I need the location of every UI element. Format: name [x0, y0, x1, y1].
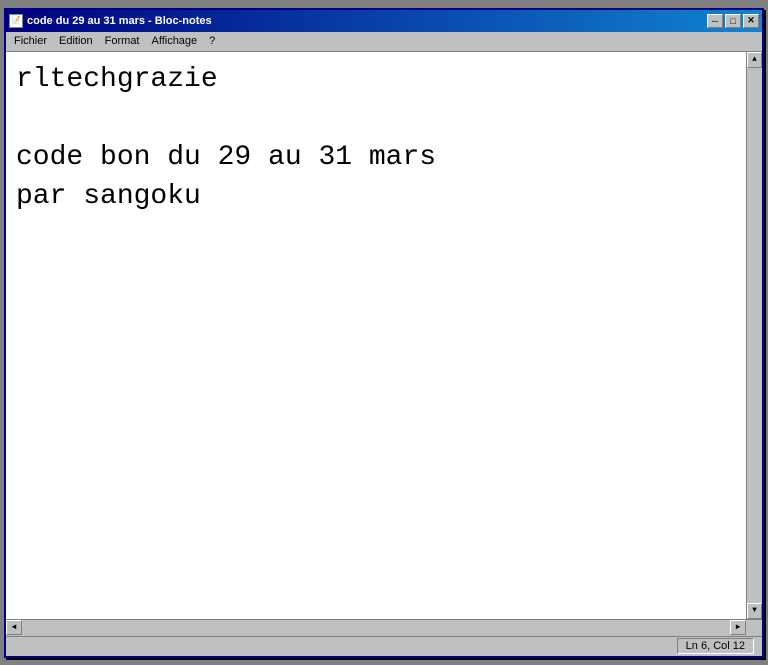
- cursor-position: Ln 6, Col 12: [677, 638, 754, 654]
- menu-edition[interactable]: Edition: [53, 33, 99, 49]
- scroll-up-button[interactable]: ▲: [747, 52, 762, 68]
- menu-format[interactable]: Format: [99, 33, 146, 49]
- bottom-area: ◄ ►: [6, 619, 762, 636]
- vertical-scrollbar: ▲ ▼: [746, 52, 762, 619]
- title-bar-left: 📝 code du 29 au 31 mars - Bloc-notes: [9, 14, 212, 28]
- notepad-window: 📝 code du 29 au 31 mars - Bloc-notes ─ □…: [4, 8, 764, 658]
- title-bar: 📝 code du 29 au 31 mars - Bloc-notes ─ □…: [6, 10, 762, 32]
- scroll-corner: [746, 620, 762, 636]
- status-bar: Ln 6, Col 12: [6, 636, 762, 656]
- window-title: code du 29 au 31 mars - Bloc-notes: [27, 15, 212, 27]
- menu-fichier[interactable]: Fichier: [8, 33, 53, 49]
- scroll-track-v[interactable]: [747, 68, 762, 603]
- menu-affichage[interactable]: Affichage: [146, 33, 204, 49]
- scroll-down-button[interactable]: ▼: [747, 603, 762, 619]
- scroll-left-button[interactable]: ◄: [6, 620, 22, 635]
- maximize-button[interactable]: □: [725, 14, 741, 28]
- app-icon: 📝: [9, 14, 23, 28]
- menu-help[interactable]: ?: [203, 33, 221, 49]
- title-bar-buttons: ─ □ ✕: [707, 14, 759, 28]
- scroll-right-button[interactable]: ►: [730, 620, 746, 635]
- horizontal-scrollbar: ◄ ►: [6, 620, 746, 636]
- minimize-button[interactable]: ─: [707, 14, 723, 28]
- editor-container: rltechgrazie code bon du 29 au 31 mars p…: [6, 52, 762, 619]
- notepad-icon: 📝: [9, 14, 23, 28]
- text-editor[interactable]: rltechgrazie code bon du 29 au 31 mars p…: [6, 52, 746, 619]
- menu-bar: Fichier Edition Format Affichage ?: [6, 32, 762, 52]
- close-button[interactable]: ✕: [743, 14, 759, 28]
